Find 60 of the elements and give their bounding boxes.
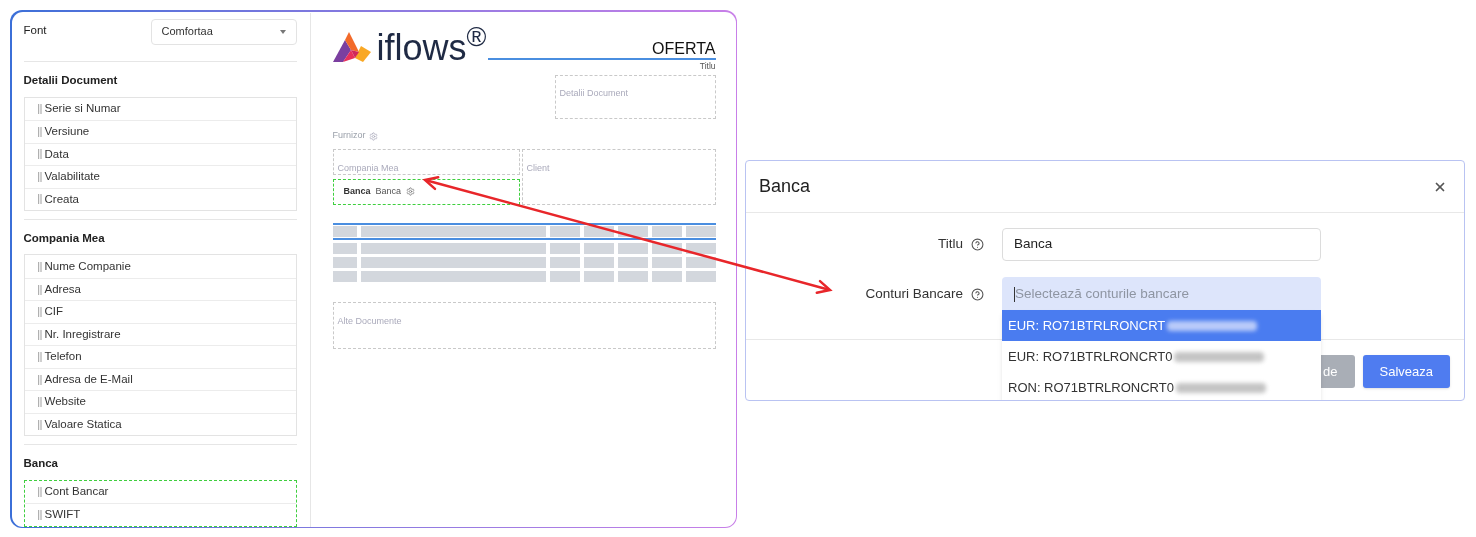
field-item[interactable]: Valabilitate xyxy=(24,165,296,188)
drag-handle-icon[interactable] xyxy=(37,329,42,340)
drag-handle-icon[interactable] xyxy=(37,486,42,497)
drag-handle-icon[interactable] xyxy=(37,419,42,430)
field-item[interactable]: Versiune xyxy=(24,120,296,143)
bank-label: Banca xyxy=(343,185,371,198)
field-item[interactable]: Nr. Inregistrare xyxy=(24,322,296,346)
group-heading: Compania Mea xyxy=(23,231,106,246)
save-button[interactable]: Salveaza xyxy=(1362,355,1450,388)
field-item[interactable]: Website xyxy=(24,390,296,413)
settings-icon[interactable] xyxy=(368,131,378,141)
font-select[interactable]: Comfortaa xyxy=(150,18,297,45)
details-block: Detalii Document xyxy=(554,75,716,120)
font-label: Font xyxy=(23,22,47,38)
client-block: Client xyxy=(521,148,716,205)
supplier-label: Furnizor xyxy=(332,129,366,143)
field-item[interactable]: Adresa de E-Mail xyxy=(24,367,296,391)
logo-icon xyxy=(332,31,373,64)
field-item[interactable]: Nume Companie xyxy=(24,255,296,278)
drag-handle-icon[interactable] xyxy=(37,374,42,385)
title-caption: Titlu xyxy=(699,59,716,73)
document-title: OFERTA xyxy=(652,39,716,58)
field-item[interactable]: Data xyxy=(24,142,296,165)
dropdown-option[interactable]: EUR: RO71BTRLRONCRT xyxy=(1002,310,1321,341)
dropdown-option[interactable]: EUR: RO71BTRLRONCRT0 xyxy=(1002,341,1321,372)
other-documents-block: Alte Documente xyxy=(332,301,716,349)
title-field[interactable]: Banca xyxy=(1002,228,1321,261)
field-item[interactable]: Serie si Numar xyxy=(24,97,296,120)
settings-icon[interactable] xyxy=(406,187,416,197)
caret-icon xyxy=(279,29,286,34)
dropdown-option[interactable]: RON: RO71BTRLRONCRT0 xyxy=(1002,372,1321,400)
drag-handle-icon[interactable] xyxy=(37,149,42,160)
logo-wordmark: iflows$^{®}$ xyxy=(376,29,487,66)
drag-handle-icon[interactable] xyxy=(37,126,42,137)
drag-handle-icon[interactable] xyxy=(37,307,42,317)
field-label: Titlu xyxy=(938,235,963,254)
drag-handle-icon[interactable] xyxy=(37,194,42,205)
help-icon[interactable] xyxy=(971,238,984,251)
bank-block[interactable]: Banca Banca xyxy=(332,178,520,205)
company-block: Compania Mea xyxy=(332,148,520,175)
field-item[interactable]: Cont Bancar xyxy=(24,480,296,503)
drag-handle-icon[interactable] xyxy=(37,284,42,295)
drag-handle-icon[interactable] xyxy=(37,397,42,407)
dialog-title: Banca xyxy=(759,175,811,198)
help-icon[interactable] xyxy=(971,287,984,301)
bank-value: Banca xyxy=(375,185,402,198)
field-item[interactable]: Adresa xyxy=(24,277,296,301)
drag-handle-icon[interactable] xyxy=(37,509,42,520)
field-item[interactable]: Valoare Statica xyxy=(24,412,296,436)
drag-handle-icon[interactable] xyxy=(37,171,42,182)
field-label: Conturi Bancare xyxy=(865,284,963,303)
drag-handle-icon[interactable] xyxy=(37,103,42,114)
drag-handle-icon[interactable] xyxy=(37,352,42,362)
group-heading: Detalii Document xyxy=(23,73,119,89)
field-item[interactable]: Creata xyxy=(24,187,296,210)
field-item[interactable]: CIF xyxy=(24,300,296,323)
field-item[interactable]: Telefon xyxy=(24,345,296,368)
drag-handle-icon[interactable] xyxy=(37,261,42,272)
field-item[interactable]: SWIFT xyxy=(24,503,296,526)
group-heading: Banca xyxy=(23,456,60,472)
